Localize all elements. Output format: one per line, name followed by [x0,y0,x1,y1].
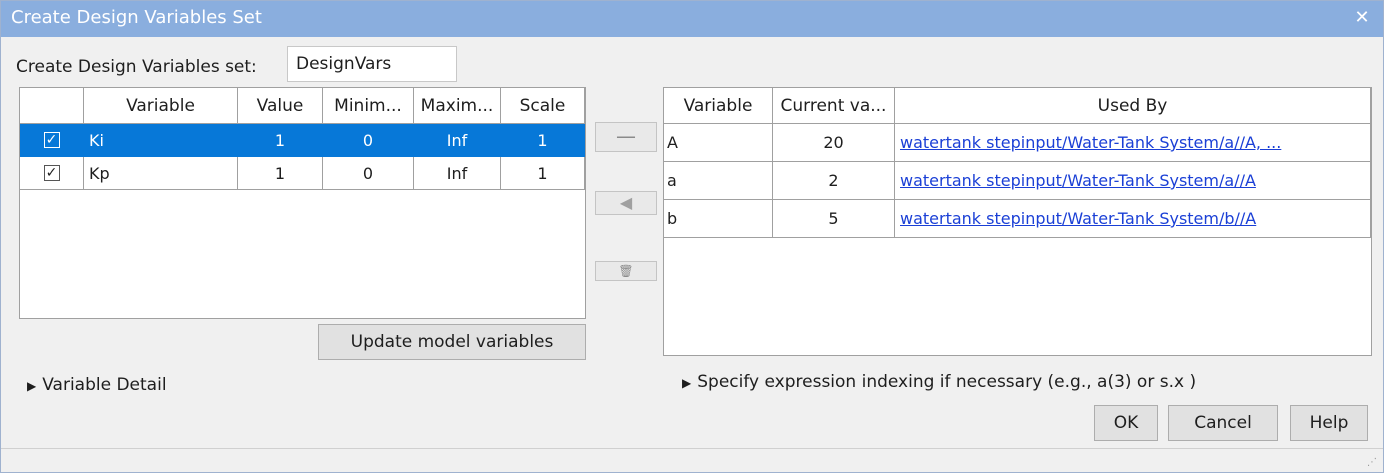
variable-name-cell[interactable]: A [664,124,773,162]
dialog-window: Create Design Variables Set ✕ Create Des… [0,0,1384,473]
window-title: Create Design Variables Set [11,7,262,28]
column-header-used-by[interactable]: Used By [895,88,1371,124]
minimum-cell[interactable]: 0 [323,124,414,157]
current-value-cell[interactable]: 5 [773,200,895,238]
table-row[interactable]: A 20 watertank stepinput/Water-Tank Syst… [664,124,1371,162]
column-header-current-value[interactable]: Current va... [773,88,895,124]
design-variables-table[interactable]: Variable Value Minim... Maxim... Scale ✓… [19,87,586,319]
table-row[interactable]: ✓ Ki 1 0 Inf 1 [20,124,585,157]
status-bar: ⋰ [1,448,1383,472]
table-header: Variable Value Minim... Maxim... Scale [20,88,585,124]
value-cell[interactable]: 1 [238,157,323,190]
maximum-cell[interactable]: Inf [414,124,501,157]
update-model-variables-button[interactable]: Update model variables [318,324,586,360]
scale-cell[interactable]: 1 [501,124,585,157]
used-by-link[interactable]: watertank stepinput/Water-Tank System/b/… [895,209,1256,228]
expression-indexing-label: Specify expression indexing if necessary… [697,372,1197,392]
variable-name-cell[interactable]: a [664,162,773,200]
column-header-check[interactable] [20,88,84,124]
set-name-input[interactable] [287,46,457,82]
variable-name-cell[interactable]: Ki [84,124,238,157]
used-by-cell[interactable]: watertank stepinput/Water-Tank System/b/… [895,200,1371,238]
add-variable-button[interactable]: ◀ [595,191,657,215]
table-header: Variable Current va... Used By [664,88,1371,124]
column-header-variable[interactable]: Variable [84,88,238,124]
scale-cell[interactable]: 1 [501,157,585,190]
column-header-scale[interactable]: Scale [501,88,585,124]
trash-icon: 🗑 [618,264,634,278]
remove-button[interactable]: — [595,122,657,152]
value-cell[interactable]: 1 [238,124,323,157]
checkbox[interactable]: ✓ [43,165,60,181]
row-check-cell[interactable]: ✓ [20,124,84,157]
table-row[interactable]: ✓ Kp 1 0 Inf 1 [20,157,585,190]
used-by-cell[interactable]: watertank stepinput/Water-Tank System/a/… [895,124,1371,162]
maximum-cell[interactable]: Inf [414,157,501,190]
delete-button[interactable]: 🗑 [595,261,657,281]
used-by-link[interactable]: watertank stepinput/Water-Tank System/a/… [895,171,1256,190]
used-by-link[interactable]: watertank stepinput/Water-Tank System/a/… [895,133,1281,152]
minimum-cell[interactable]: 0 [323,157,414,190]
variable-detail-label: Variable Detail [42,375,167,395]
column-header-maximum[interactable]: Maxim... [414,88,501,124]
checkbox[interactable]: ✓ [43,132,60,148]
remove-icon: — [616,124,636,148]
expression-indexing-toggle[interactable]: ▶ Specify expression indexing if necessar… [682,372,1196,392]
arrow-left-icon: ◀ [619,193,633,212]
current-value-cell[interactable]: 2 [773,162,895,200]
help-button[interactable]: Help [1290,405,1368,441]
column-header-minimum[interactable]: Minim... [323,88,414,124]
current-value-cell[interactable]: 20 [773,124,895,162]
resize-grip-icon[interactable]: ⋰ [1367,457,1377,468]
column-header-value[interactable]: Value [238,88,323,124]
cancel-button[interactable]: Cancel [1168,405,1278,441]
table-row[interactable]: b 5 watertank stepinput/Water-Tank Syste… [664,200,1371,238]
table-row[interactable]: a 2 watertank stepinput/Water-Tank Syste… [664,162,1371,200]
title-bar[interactable]: Create Design Variables Set ✕ [1,1,1383,37]
close-button[interactable]: ✕ [1351,7,1373,29]
expand-triangle-icon: ▶ [682,376,692,390]
set-name-label: Create Design Variables set: [16,57,257,77]
used-by-cell[interactable]: watertank stepinput/Water-Tank System/a/… [895,162,1371,200]
variable-name-cell[interactable]: Kp [84,157,238,190]
row-check-cell[interactable]: ✓ [20,157,84,190]
expand-triangle-icon: ▶ [27,379,37,393]
column-header-variable[interactable]: Variable [664,88,773,124]
variable-name-cell[interactable]: b [664,200,773,238]
model-variables-table[interactable]: Variable Current va... Used By A 20 wate… [663,87,1372,356]
variable-detail-toggle[interactable]: ▶ Variable Detail [27,375,167,395]
ok-button[interactable]: OK [1094,405,1158,441]
